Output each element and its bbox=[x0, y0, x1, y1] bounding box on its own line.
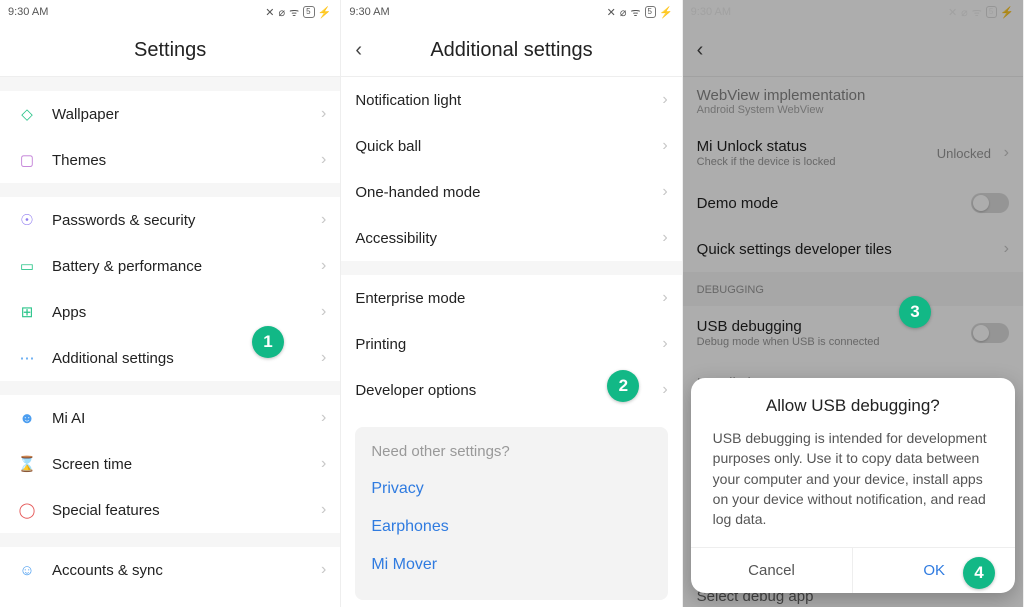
dnd-icon: ✕ bbox=[607, 6, 617, 19]
miai-row[interactable]: ☻ Mi AI › bbox=[0, 395, 340, 441]
developer-options-panel: 9:30 AM ✕ ⌀ ᯤ 5 ⚡ ‹ Developer options We… bbox=[683, 0, 1024, 607]
more-icon: ⋯ bbox=[14, 349, 40, 367]
enterprise-label: Enterprise mode bbox=[355, 290, 465, 307]
status-bar: 9:30 AM ✕ ⌀ ᯤ 5 ⚡ bbox=[0, 0, 340, 24]
apps-label: Apps bbox=[52, 304, 86, 321]
developer-options-label: Developer options bbox=[355, 382, 476, 399]
chevron-right-icon: › bbox=[662, 381, 667, 399]
wallpaper-row[interactable]: ◇ Wallpaper › bbox=[0, 91, 340, 137]
additional-title-text: Additional settings bbox=[430, 39, 592, 62]
step-badge-3: 3 bbox=[899, 296, 931, 328]
other-settings-box: Need other settings? Privacy Earphones M… bbox=[355, 427, 667, 600]
quick-ball-label: Quick ball bbox=[355, 138, 421, 155]
step-badge-4: 4 bbox=[963, 557, 995, 589]
passwords-label: Passwords & security bbox=[52, 212, 195, 229]
chevron-right-icon: › bbox=[321, 211, 326, 229]
wallpaper-label: Wallpaper bbox=[52, 106, 119, 123]
accessibility-row[interactable]: Accessibility › bbox=[341, 215, 681, 261]
printing-label: Printing bbox=[355, 336, 406, 353]
dialog-body: USB debugging is intended for developmen… bbox=[691, 428, 1015, 547]
additional-title-bar: ‹ Additional settings bbox=[341, 24, 681, 76]
additional-label: Additional settings bbox=[52, 350, 174, 367]
battery-icon: ▭ bbox=[14, 257, 40, 275]
rotate-lock-icon: ⌀ bbox=[279, 6, 287, 19]
accounts-label: Accounts & sync bbox=[52, 562, 163, 579]
chevron-right-icon: › bbox=[321, 349, 326, 367]
additional-settings-panel: 9:30 AM ✕ ⌀ ᯤ 5 ⚡ ‹ Additional settings … bbox=[341, 0, 682, 607]
themes-label: Themes bbox=[52, 152, 106, 169]
apps-row[interactable]: ⊞ Apps › bbox=[0, 289, 340, 335]
screentime-row[interactable]: ⌛ Screen time › bbox=[0, 441, 340, 487]
settings-title: Settings bbox=[0, 24, 340, 76]
accounts-icon: ☺ bbox=[14, 562, 40, 579]
battery-icon: 5 bbox=[303, 6, 314, 18]
status-time: 9:30 AM bbox=[349, 6, 389, 18]
themes-icon: ▢ bbox=[14, 151, 40, 169]
accounts-row[interactable]: ☺ Accounts & sync › bbox=[0, 547, 340, 593]
special-icon: ◯ bbox=[14, 501, 40, 519]
battery-label: Battery & performance bbox=[52, 258, 202, 275]
chevron-right-icon: › bbox=[321, 303, 326, 321]
status-bar: 9:30 AM ✕ ⌀ ᯤ 5 ⚡ bbox=[341, 0, 681, 24]
wallpaper-icon: ◇ bbox=[14, 105, 40, 123]
chevron-right-icon: › bbox=[662, 289, 667, 307]
chevron-right-icon: › bbox=[321, 455, 326, 473]
status-icons: ✕ ⌀ ᯤ 5 ⚡ bbox=[265, 5, 332, 20]
themes-row[interactable]: ▢ Themes › bbox=[0, 137, 340, 183]
additional-settings-row[interactable]: ⋯ Additional settings › bbox=[0, 335, 340, 381]
settings-title-text: Settings bbox=[134, 39, 206, 62]
other-settings-question: Need other settings? bbox=[371, 443, 651, 460]
status-time: 9:30 AM bbox=[8, 6, 48, 18]
settings-panel: 9:30 AM ✕ ⌀ ᯤ 5 ⚡ Settings ◇ Wallpaper ›… bbox=[0, 0, 341, 607]
battery-icon: 5 bbox=[645, 6, 656, 18]
special-row[interactable]: ◯ Special features › bbox=[0, 487, 340, 533]
chevron-right-icon: › bbox=[662, 91, 667, 109]
miai-label: Mi AI bbox=[52, 410, 85, 427]
special-label: Special features bbox=[52, 502, 160, 519]
one-handed-label: One-handed mode bbox=[355, 184, 480, 201]
battery-row[interactable]: ▭ Battery & performance › bbox=[0, 243, 340, 289]
wifi-icon: ᯤ bbox=[289, 5, 300, 20]
quick-ball-row[interactable]: Quick ball › bbox=[341, 123, 681, 169]
dialog-cancel-button[interactable]: Cancel bbox=[691, 548, 854, 593]
chevron-right-icon: › bbox=[662, 335, 667, 353]
rotate-lock-icon: ⌀ bbox=[620, 6, 628, 19]
chevron-right-icon: › bbox=[662, 137, 667, 155]
chevron-right-icon: › bbox=[662, 183, 667, 201]
mimover-link[interactable]: Mi Mover bbox=[371, 546, 651, 584]
one-handed-row[interactable]: One-handed mode › bbox=[341, 169, 681, 215]
chevron-right-icon: › bbox=[321, 501, 326, 519]
passwords-row[interactable]: ☉ Passwords & security › bbox=[0, 197, 340, 243]
charging-icon: ⚡ bbox=[659, 6, 674, 19]
chevron-right-icon: › bbox=[321, 257, 326, 275]
feedback-row[interactable]: ? Feedback › bbox=[0, 593, 340, 607]
dnd-icon: ✕ bbox=[265, 6, 275, 19]
chevron-right-icon: › bbox=[321, 561, 326, 579]
step-badge-1: 1 bbox=[252, 326, 284, 358]
back-button[interactable]: ‹ bbox=[355, 39, 362, 62]
earphones-link[interactable]: Earphones bbox=[371, 508, 651, 546]
accessibility-label: Accessibility bbox=[355, 230, 437, 247]
chevron-right-icon: › bbox=[321, 105, 326, 123]
notification-light-row[interactable]: Notification light › bbox=[341, 77, 681, 123]
chevron-right-icon: › bbox=[662, 229, 667, 247]
apps-icon: ⊞ bbox=[14, 303, 40, 321]
hourglass-icon: ⌛ bbox=[14, 455, 40, 473]
privacy-link[interactable]: Privacy bbox=[371, 470, 651, 508]
enterprise-row[interactable]: Enterprise mode › bbox=[341, 275, 681, 321]
chevron-right-icon: › bbox=[321, 151, 326, 169]
dialog-title: Allow USB debugging? bbox=[691, 378, 1015, 428]
printing-row[interactable]: Printing › bbox=[341, 321, 681, 367]
miai-icon: ☻ bbox=[14, 410, 40, 427]
charging-icon: ⚡ bbox=[318, 6, 333, 19]
chevron-right-icon: › bbox=[321, 409, 326, 427]
security-icon: ☉ bbox=[14, 211, 40, 229]
notification-light-label: Notification light bbox=[355, 92, 461, 109]
wifi-icon: ᯤ bbox=[630, 5, 641, 20]
screentime-label: Screen time bbox=[52, 456, 132, 473]
status-icons: ✕ ⌀ ᯤ 5 ⚡ bbox=[607, 5, 674, 20]
